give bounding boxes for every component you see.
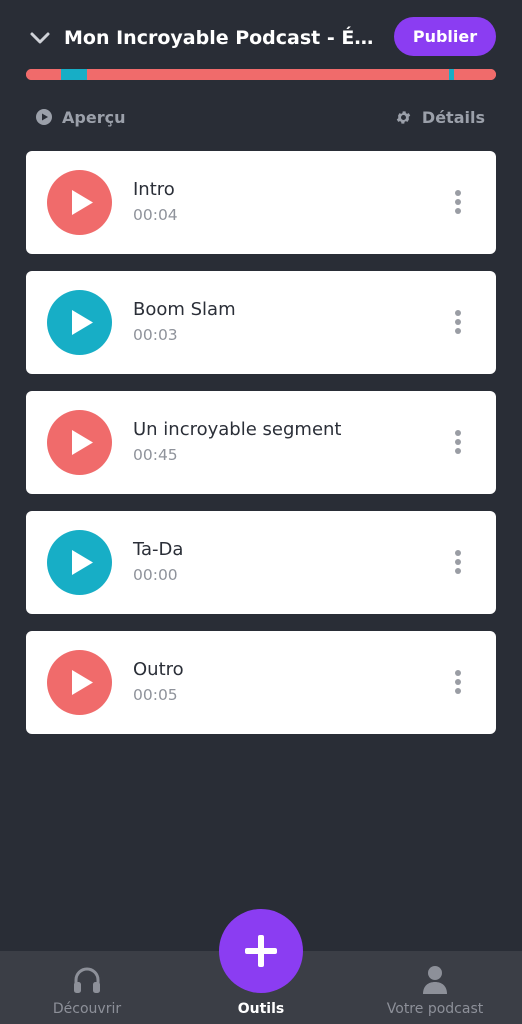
app-header: Mon Incroyable Podcast - Épisode Publier <box>0 0 522 70</box>
gear-icon <box>396 110 411 124</box>
play-button[interactable] <box>47 410 112 475</box>
headphones-icon <box>74 967 100 993</box>
timeline-segment <box>453 69 496 80</box>
segment-duration: 00:03 <box>133 326 178 344</box>
details-label: Détails <box>421 107 485 127</box>
segment-list: Intro 00:04 Boom Slam 00:03 Un incroyabl… <box>26 151 496 751</box>
tab-label: Découvrir <box>52 1001 122 1017</box>
segment-name: Boom Slam <box>133 299 236 320</box>
episode-timeline[interactable] <box>26 69 496 80</box>
add-segment-button[interactable] <box>219 909 303 993</box>
segment-name: Outro <box>133 659 184 680</box>
play-circle-icon <box>36 109 52 125</box>
more-vertical-icon[interactable] <box>448 429 468 455</box>
segment-name: Un incroyable segment <box>133 419 342 440</box>
tab-label: Votre podcast <box>386 1001 484 1017</box>
play-icon <box>72 430 93 455</box>
more-vertical-icon[interactable] <box>448 309 468 335</box>
timeline-segment <box>26 69 62 80</box>
timeline-segment <box>87 69 449 80</box>
segment-duration: 00:00 <box>133 566 178 584</box>
segment-name: Ta-Da <box>133 539 184 560</box>
play-button[interactable] <box>47 170 112 235</box>
timeline-segment <box>61 69 88 80</box>
preview-label: Aperçu <box>62 107 126 127</box>
play-button[interactable] <box>47 290 112 355</box>
user-icon <box>423 966 447 994</box>
tab-discover[interactable]: Découvrir <box>17 951 157 1024</box>
play-button[interactable] <box>47 650 112 715</box>
segment-card[interactable]: Intro 00:04 <box>26 151 496 254</box>
segment-duration: 00:05 <box>133 686 178 704</box>
play-icon <box>72 190 93 215</box>
play-icon <box>72 670 93 695</box>
plus-icon <box>245 935 277 967</box>
more-vertical-icon[interactable] <box>448 669 468 695</box>
segment-duration: 00:04 <box>133 206 178 224</box>
chevron-down-icon[interactable] <box>28 26 52 50</box>
tab-label: Outils <box>237 1001 285 1017</box>
details-button[interactable]: Détails <box>395 106 485 128</box>
play-icon <box>72 550 93 575</box>
more-vertical-icon[interactable] <box>448 549 468 575</box>
segment-name: Intro <box>133 179 175 200</box>
preview-button[interactable]: Aperçu <box>36 106 125 128</box>
play-icon <box>72 310 93 335</box>
segment-duration: 00:45 <box>133 446 178 464</box>
more-vertical-icon[interactable] <box>448 189 468 215</box>
play-button[interactable] <box>47 530 112 595</box>
segment-card[interactable]: Outro 00:05 <box>26 631 496 734</box>
publish-button[interactable]: Publier <box>394 17 496 56</box>
segment-card[interactable]: Boom Slam 00:03 <box>26 271 496 374</box>
segment-card[interactable]: Un incroyable segment 00:45 <box>26 391 496 494</box>
episode-subnav: Aperçu Détails <box>0 100 522 134</box>
page-title: Mon Incroyable Podcast - Épisode <box>64 27 374 49</box>
tab-your-podcast[interactable]: Votre podcast <box>365 951 505 1024</box>
segment-card[interactable]: Ta-Da 00:00 <box>26 511 496 614</box>
